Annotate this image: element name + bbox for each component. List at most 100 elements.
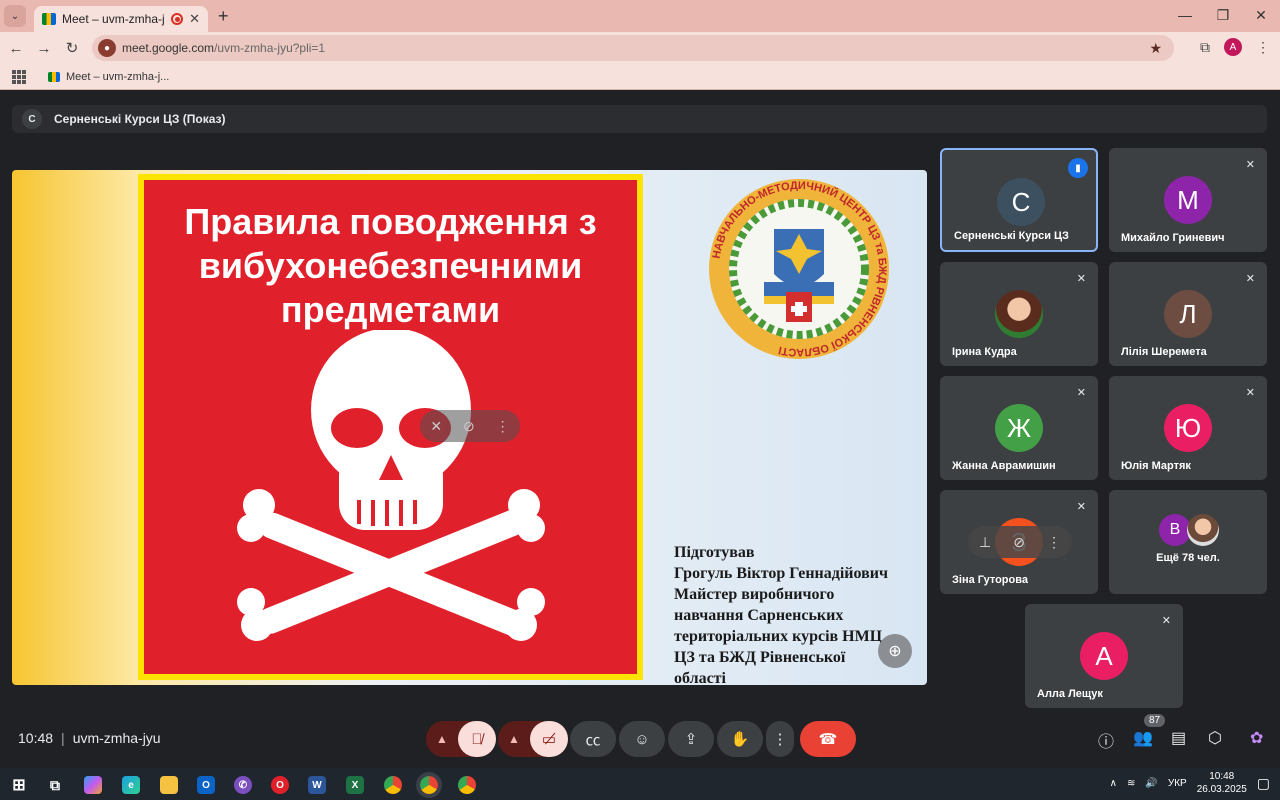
close-window-icon[interactable]: ✕ [1242, 0, 1280, 30]
tile-hover-controls: ⊥ ⊘ ⋮ [968, 526, 1072, 558]
apps-grid-icon[interactable] [12, 69, 26, 84]
extensions-icon[interactable]: ⧉ [1200, 39, 1210, 56]
minimize-icon[interactable]: — [1166, 0, 1204, 30]
pin-icon[interactable]: ⊥ [979, 534, 991, 551]
mic-control: ▲ 🎙̸ [426, 721, 496, 757]
address-bar[interactable]: ● meet.google.com/uvm-zmha-jyu?pli=1 ★ [92, 35, 1174, 61]
taskbar-date: 26.03.2025 [1196, 784, 1247, 795]
more-participants-tile[interactable]: В Ещё 78 чел. [1109, 490, 1267, 594]
present-screen-button[interactable]: ⇪ [668, 721, 714, 757]
participant-tile[interactable]: М ✕ Михайло Гриневич [1109, 148, 1267, 252]
hide-icon[interactable]: ⊘ [463, 418, 475, 435]
hide-tile-icon[interactable]: ⊘ [1013, 534, 1025, 551]
more-options-icon[interactable]: ⋮ [496, 418, 510, 435]
volume-icon[interactable]: 🔊 [1145, 778, 1157, 789]
reload-icon[interactable]: ↻ [58, 39, 86, 57]
raise-hand-button[interactable]: ✋ [717, 721, 763, 757]
meeting-details-icon[interactable]: ⓘ [1098, 728, 1114, 752]
participant-tile[interactable]: З ✕ ⊥ ⊘ ⋮ Зіна Гуторова [940, 490, 1098, 594]
video-settings-chevron-icon[interactable]: ▲ [498, 732, 530, 746]
participant-name: Юлія Мартяк [1121, 460, 1191, 472]
restore-icon[interactable]: ❐ [1204, 0, 1242, 30]
activities-icon[interactable]: ⬡ [1208, 728, 1222, 748]
credit-line-3: Майстер виробничого [674, 586, 835, 603]
profile-avatar[interactable]: A [1224, 38, 1242, 56]
mic-off-icon: ✕ [1161, 615, 1171, 627]
tab-title: Meet – uvm-zmha-jyu [62, 12, 165, 26]
emoji-reactions-button[interactable]: ☺ [619, 721, 665, 757]
mic-off-button[interactable]: 🎙̸ [458, 721, 496, 757]
presenter-avatar: С [22, 109, 42, 129]
chrome-icon[interactable] [384, 776, 402, 794]
chat-icon[interactable]: ▤ [1171, 728, 1186, 748]
close-tab-icon[interactable]: ✕ [189, 11, 200, 27]
back-icon[interactable]: ← [2, 40, 30, 57]
window-controls: — ❐ ✕ [1166, 0, 1280, 30]
speaking-indicator-icon: ▮ [1068, 158, 1088, 178]
participant-tile[interactable]: Л ✕ Лілія Шеремета [1109, 262, 1267, 366]
zoom-icon[interactable]: ⊕ [878, 634, 912, 668]
language-indicator[interactable]: УКР [1168, 778, 1187, 789]
bookmark-star-icon[interactable]: ★ [1149, 40, 1162, 57]
audio-settings-chevron-icon[interactable]: ▲ [426, 732, 458, 746]
meeting-info: 10:48 | uvm-zmha-jyu [18, 730, 161, 746]
browser-tab[interactable]: Meet – uvm-zmha-jyu ✕ [34, 6, 208, 32]
meet-favicon-icon [48, 71, 60, 82]
bookmark-meet[interactable]: Meet – uvm-zmha-j... [48, 71, 169, 83]
poster-title-line2: вибухонебезпечними [198, 245, 583, 286]
pin-off-icon[interactable]: ✕ [430, 418, 442, 435]
mic-off-icon: ✕ [1245, 273, 1255, 285]
bookmark-label: Meet – uvm-zmha-j... [66, 70, 170, 83]
avatar: Ю [1164, 404, 1212, 452]
file-explorer-icon[interactable] [160, 776, 178, 794]
viber-icon[interactable]: ✆ [234, 776, 252, 794]
presentation-stage[interactable]: Правила поводження з вибухонебезпечними … [12, 170, 927, 685]
captions-button[interactable]: ㏄ [570, 721, 616, 757]
poster: Правила поводження з вибухонебезпечними … [138, 174, 643, 680]
participant-tile[interactable]: Ж ✕ Жанна Аврамишин [940, 376, 1098, 480]
new-tab-button[interactable]: + [218, 6, 229, 27]
copilot-icon[interactable] [84, 776, 102, 794]
meeting-time: 10:48 [18, 730, 54, 746]
tab-search-button[interactable]: ⌄ [4, 5, 26, 27]
chrome-profile-icon[interactable] [458, 776, 476, 794]
excel-icon[interactable]: X [346, 776, 364, 794]
participant-tile[interactable]: А ✕ Алла Лещук [1025, 604, 1183, 708]
forward-icon[interactable]: → [30, 40, 58, 57]
windows-start-icon[interactable]: ⊞ [10, 776, 28, 794]
poster-title-line3: предметами [280, 289, 501, 330]
avatar: А [1080, 632, 1128, 680]
site-info-icon[interactable]: ● [98, 39, 116, 57]
credit-line-7: області [674, 670, 726, 685]
task-view-icon[interactable]: ⧉ [46, 776, 64, 794]
participant-tile[interactable]: С ▮ Серненські Курси ЦЗ [940, 148, 1098, 252]
taskbar-clock[interactable]: 10:48 26.03.2025 [1197, 770, 1247, 796]
notifications-icon[interactable]: ▢ [1257, 775, 1270, 792]
avatar: С [997, 178, 1045, 226]
chrome-active-icon[interactable] [416, 772, 442, 798]
participant-count-badge: 87 [1144, 714, 1166, 727]
tray-chevron-icon[interactable]: ∧ [1110, 778, 1117, 789]
more-options-button[interactable]: ⋮ [766, 721, 794, 757]
edge-icon[interactable]: e [122, 776, 140, 794]
people-icon[interactable]: 👥 [1133, 728, 1153, 748]
meeting-code: uvm-zmha-jyu [72, 730, 161, 746]
opera-icon[interactable]: O [271, 776, 289, 794]
participant-name: Зіна Гуторова [952, 574, 1028, 586]
toolbar-actions: ⧉ A ⋮ [1200, 38, 1270, 56]
wifi-icon[interactable]: ≋ [1127, 778, 1135, 789]
participant-name: Жанна Аврамишин [952, 460, 1056, 472]
outlook-icon[interactable]: O [197, 776, 215, 794]
leave-call-button[interactable]: ☎ [800, 721, 856, 757]
participant-tile[interactable]: ✕ Ірина Кудра [940, 262, 1098, 366]
word-icon[interactable]: W [308, 776, 326, 794]
camera-off-button[interactable]: ▭̸ [530, 721, 568, 757]
avatar-photo [995, 290, 1043, 338]
gemini-icon[interactable]: ✿ [1250, 728, 1263, 748]
menu-dots-icon[interactable]: ⋮ [1256, 39, 1270, 56]
meet-favicon-icon [42, 13, 56, 25]
more-options-icon[interactable]: ⋮ [1047, 534, 1061, 551]
credit-line-4: навчання Сарненських [674, 607, 844, 624]
taskbar-time: 10:48 [1209, 771, 1235, 782]
participant-tile[interactable]: Ю ✕ Юлія Мартяк [1109, 376, 1267, 480]
